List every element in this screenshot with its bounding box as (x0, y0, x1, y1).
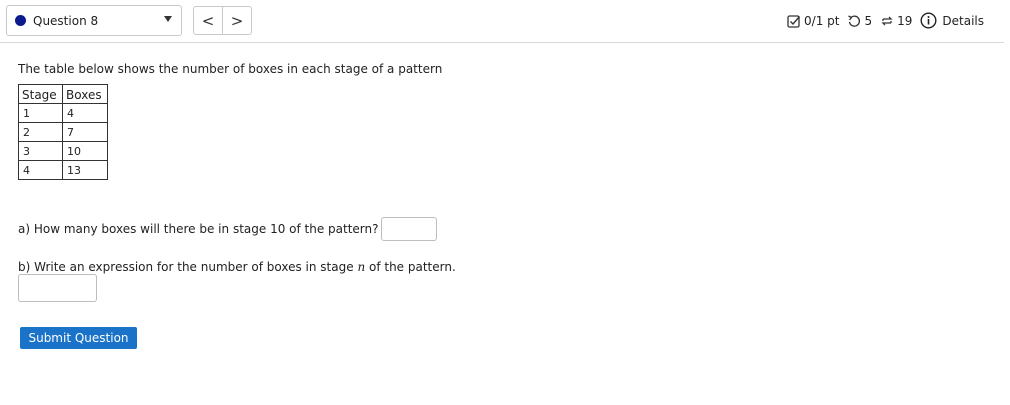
question-nav: < > (193, 6, 252, 35)
attempts-indicator: 19 (880, 14, 912, 28)
status-dot-icon (15, 15, 26, 26)
table-cell-stage: 3 (18, 141, 63, 161)
part-a-answer-input[interactable] (380, 217, 437, 241)
details-label: Details (942, 13, 984, 28)
submit-question-button[interactable]: Submit Question (20, 327, 137, 349)
table-cell-boxes: 13 (62, 160, 108, 180)
caret-down-icon (164, 16, 172, 22)
info-icon (920, 12, 937, 29)
refresh-icon (880, 14, 894, 28)
table-cell-stage: 4 (18, 160, 63, 180)
table-cell-stage: 2 (18, 122, 63, 142)
table-row: 4 13 (18, 160, 108, 180)
score-indicator: 0/1 pt (787, 14, 839, 28)
question-toolbar: Question 8 < > 0/1 pt 5 19 Details (0, 0, 1004, 43)
part-b-prompt: b) Write an expression for the number of… (18, 260, 456, 274)
part-b-suffix: of the pattern. (365, 260, 456, 274)
question-selector[interactable]: Question 8 (6, 5, 182, 36)
question-status: 0/1 pt 5 19 Details (787, 12, 984, 29)
details-link[interactable]: Details (920, 12, 984, 29)
part-b-variable: n (357, 260, 366, 274)
retry-icon (847, 14, 861, 28)
table-cell-boxes: 7 (62, 122, 108, 142)
part-b-answer-input[interactable] (18, 274, 97, 302)
part-a-prompt: a) How many boxes will there be in stage… (18, 222, 379, 236)
prev-question-button[interactable]: < (194, 7, 222, 34)
part-b-prefix: b) Write an expression for the number of… (18, 260, 358, 274)
table-cell-stage: 1 (18, 103, 63, 123)
table-header-boxes: Boxes (62, 84, 108, 104)
part-a: a) How many boxes will there be in stage… (18, 217, 437, 241)
attempts-count: 19 (897, 13, 913, 28)
retries-indicator: 5 (847, 14, 872, 28)
table-cell-boxes: 4 (62, 103, 108, 123)
retries-count: 5 (864, 13, 873, 28)
question-intro: The table below shows the number of boxe… (18, 62, 443, 76)
table-row: 1 4 (18, 103, 108, 123)
table-row: 3 10 (18, 141, 108, 161)
score-text: 0/1 pt (804, 13, 840, 28)
table-cell-boxes: 10 (62, 141, 108, 161)
pattern-table: Stage Boxes 1 4 2 7 3 10 4 13 (18, 84, 108, 180)
next-question-button[interactable]: > (222, 7, 251, 34)
table-header-stage: Stage (18, 84, 63, 104)
question-selector-label: Question 8 (33, 13, 99, 28)
table-row: 2 7 (18, 122, 108, 142)
checkbox-icon (787, 14, 801, 28)
